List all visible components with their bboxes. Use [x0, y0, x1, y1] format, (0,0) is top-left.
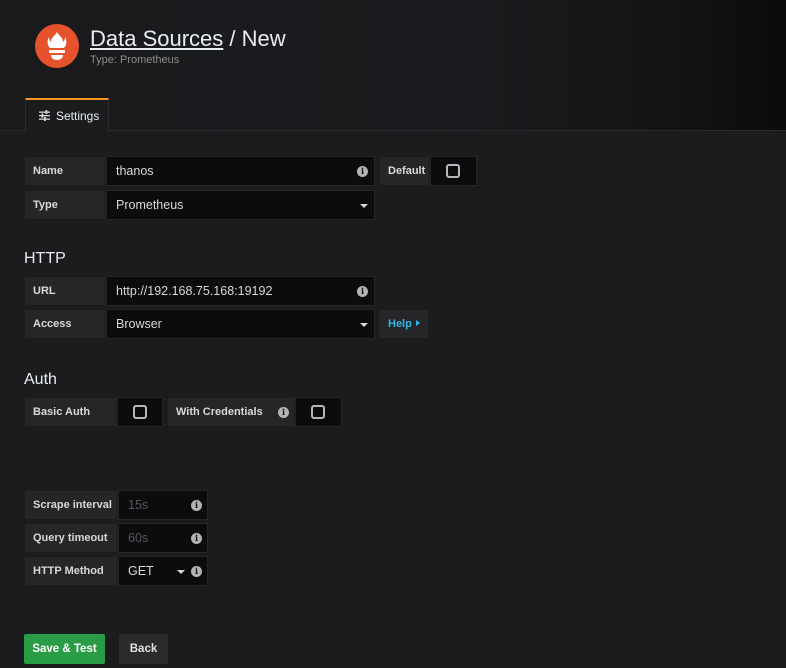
query-timeout-label: Query timeout [24, 523, 118, 553]
basic-auth-label: Basic Auth [24, 397, 117, 427]
query-timeout-input[interactable]: 60s i [118, 523, 208, 553]
with-credentials-label: With Credentials i [167, 397, 295, 427]
info-icon[interactable]: i [191, 533, 202, 544]
access-select[interactable]: Browser [106, 309, 375, 339]
type-select[interactable]: Prometheus [106, 190, 375, 220]
scrape-interval-input[interactable]: 15s i [118, 490, 208, 520]
url-label: URL [24, 276, 106, 306]
http-method-select-value: GET [128, 564, 154, 578]
access-label: Access [24, 309, 106, 339]
info-icon[interactable]: i [357, 166, 368, 177]
http-method-select[interactable]: GET i [118, 556, 208, 586]
with-credentials-label-text: With Credentials [176, 406, 263, 418]
info-icon[interactable]: i [278, 407, 289, 418]
basic-auth-checkbox[interactable] [133, 405, 147, 419]
info-icon[interactable]: i [191, 566, 202, 577]
chevron-down-icon [360, 323, 368, 327]
info-icon[interactable]: i [357, 286, 368, 297]
auth-section-heading: Auth [24, 371, 57, 388]
name-input[interactable]: thanos i [106, 156, 375, 186]
page-title: Data Sources / New [90, 26, 286, 52]
sliders-icon [39, 110, 50, 124]
info-icon[interactable]: i [191, 500, 202, 511]
datasource-new-page: Data Sources / New Type: Prometheus Sett… [0, 0, 786, 668]
with-credentials-checkbox-container [295, 397, 342, 427]
breadcrumb-data-sources-link[interactable]: Data Sources [90, 26, 223, 51]
with-credentials-checkbox[interactable] [311, 405, 325, 419]
scrape-interval-placeholder: 15s [128, 498, 149, 512]
query-timeout-placeholder: 60s [128, 531, 149, 545]
default-checkbox-container [430, 156, 477, 186]
url-input[interactable]: http://192.168.75.168:19192 i [106, 276, 375, 306]
help-button[interactable]: Help [378, 309, 429, 339]
tab-settings[interactable]: Settings [25, 98, 109, 132]
url-input-value: http://192.168.75.168:19192 [116, 284, 273, 298]
scrape-interval-label: Scrape interval [24, 490, 118, 520]
type-label: Type [24, 190, 106, 220]
basic-auth-checkbox-container [117, 397, 163, 427]
name-label: Name [24, 156, 106, 186]
type-select-value: Prometheus [116, 198, 184, 212]
chevron-down-icon [360, 204, 368, 208]
page-title-suffix: / New [223, 26, 286, 51]
http-section-heading: HTTP [24, 250, 66, 267]
default-checkbox[interactable] [446, 164, 460, 178]
http-method-label: HTTP Method [24, 556, 118, 586]
prometheus-flame-icon [35, 24, 79, 68]
back-button[interactable]: Back [119, 634, 168, 664]
save-and-test-button[interactable]: Save & Test [24, 634, 105, 664]
page-subtitle: Type: Prometheus [90, 54, 180, 66]
caret-right-icon [415, 320, 420, 326]
tab-settings-label: Settings [56, 109, 100, 123]
default-label: Default [379, 156, 430, 186]
name-input-value: thanos [116, 164, 154, 178]
chevron-down-icon [177, 570, 185, 574]
page-header: Data Sources / New Type: Prometheus Sett… [0, 0, 786, 132]
help-button-label: Help [388, 318, 412, 330]
access-select-value: Browser [116, 317, 162, 331]
